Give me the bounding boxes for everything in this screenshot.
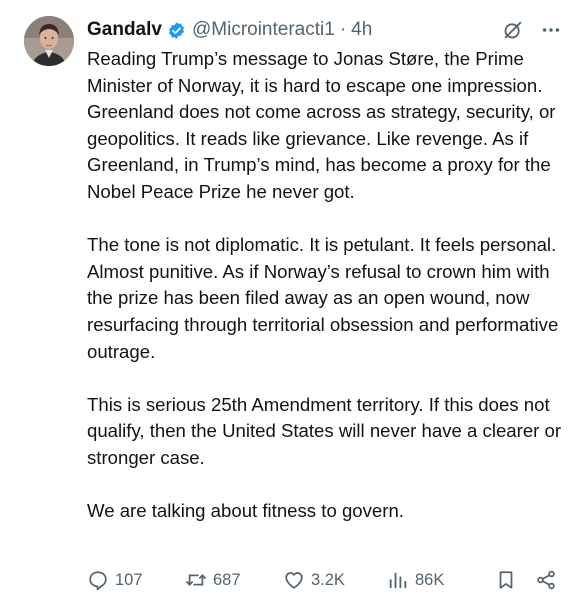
views-icon bbox=[389, 572, 407, 589]
tweet-body: Reading Trump’s message to Jonas Støre, … bbox=[87, 46, 563, 551]
header-actions bbox=[502, 19, 562, 41]
reply-count: 107 bbox=[115, 570, 143, 589]
reply-button[interactable]: 107 bbox=[87, 569, 185, 591]
grok-icon[interactable] bbox=[502, 19, 524, 41]
tweet-actions: 107 687 3.2K 86K bbox=[87, 566, 557, 594]
like-icon bbox=[285, 572, 303, 589]
author-handle[interactable]: @Microinteracti1 bbox=[192, 19, 335, 41]
repost-icon bbox=[186, 574, 206, 586]
separator-dot: · bbox=[339, 19, 347, 40]
view-count: 86K bbox=[415, 570, 445, 589]
verified-badge-icon bbox=[168, 21, 185, 39]
tweet-header: Gandalv @Microinteracti1 · 4h bbox=[87, 17, 562, 43]
author-name[interactable]: Gandalv bbox=[87, 19, 162, 41]
more-icon[interactable] bbox=[540, 19, 562, 41]
repost-count: 687 bbox=[213, 570, 241, 589]
tweet-paragraph: The tone is not diplomatic. It is petula… bbox=[87, 234, 559, 362]
tweet-paragraph: We are talking about fitness to govern. bbox=[87, 500, 404, 522]
tweet-paragraph: This is serious 25th Amendment territory… bbox=[87, 393, 562, 468]
reply-icon bbox=[89, 571, 107, 591]
avatar[interactable] bbox=[24, 16, 74, 66]
repost-button[interactable]: 687 bbox=[185, 569, 283, 591]
views-button[interactable]: 86K bbox=[387, 569, 487, 591]
like-button[interactable]: 3.2K bbox=[283, 569, 387, 591]
tweet-paragraph: Reading Trump’s message to Jonas Støre, … bbox=[87, 48, 556, 202]
bookmark-icon[interactable] bbox=[495, 569, 517, 591]
secondary-actions bbox=[495, 569, 557, 591]
share-icon[interactable] bbox=[535, 569, 557, 591]
like-count: 3.2K bbox=[311, 570, 345, 589]
timestamp[interactable]: 4h bbox=[351, 19, 372, 41]
